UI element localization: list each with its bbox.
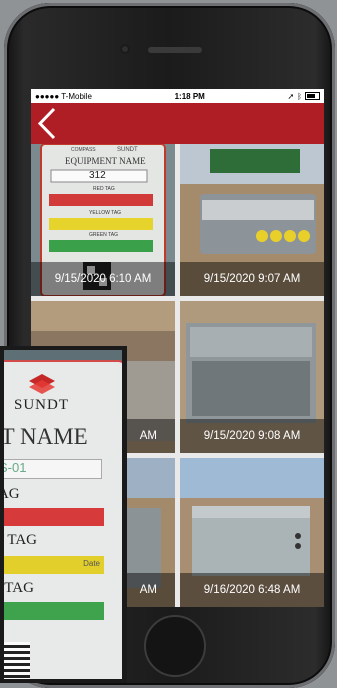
qr-code: [4, 642, 30, 679]
tag-company: COMPASS: [71, 147, 96, 153]
home-button[interactable]: [144, 615, 206, 677]
photo-timestamp: 9/15/2020 9:07 AM: [180, 262, 324, 296]
sundt-logo: [29, 374, 55, 394]
overlay-name-value: S-01: [0, 460, 27, 475]
earpiece-speaker: [148, 47, 202, 53]
tag-green-label: GREEN TAG: [89, 232, 118, 238]
location-arrow-icon: ➚: [287, 91, 295, 101]
bluetooth-icon: ᛒ: [297, 91, 302, 101]
name-field: S-01: [0, 459, 102, 479]
photo-timestamp: 9/15/2020 9:08 AM: [180, 419, 324, 453]
photo-timestamp: 9/15/2020 6:10 AM: [31, 262, 175, 296]
front-camera: [120, 44, 130, 54]
tag-brand: SUNDT: [117, 147, 138, 153]
red-band: [4, 508, 104, 526]
nav-bar: [31, 103, 324, 144]
status-icons: ➚ ᛒ: [287, 92, 320, 101]
tag-closeup-photo: SUNDT NT NAME S-01 TAG W TAG Date N TAG: [0, 346, 127, 683]
tag-name-value: 312: [89, 170, 106, 181]
tag-card: SUNDT NT NAME S-01 TAG W TAG Date N TAG: [0, 360, 122, 679]
photo-tile[interactable]: 9/15/2020 9:08 AM: [180, 301, 324, 453]
photo-tile[interactable]: COMPASS SUNDT EQUIPMENT NAME 312 RED TAG…: [31, 144, 175, 296]
chevron-left-icon[interactable]: [37, 107, 57, 140]
green-band: [4, 602, 104, 620]
status-time: 1:18 PM: [174, 91, 205, 101]
overlay-tag-3: N TAG: [4, 580, 34, 596]
carrier-label: ●●●●● T-Mobile: [35, 91, 92, 101]
tag-yellow-label: YELLOW TAG: [89, 210, 122, 216]
overlay-brand: SUNDT: [14, 397, 70, 413]
photo-timestamp: 9/16/2020 6:48 AM: [180, 573, 324, 607]
battery-icon: [304, 92, 320, 100]
overlay-name-title: NT NAME: [0, 424, 88, 449]
photo-tile[interactable]: 9/15/2020 9:07 AM: [180, 144, 324, 296]
status-bar: ●●●●● T-Mobile 1:18 PM ➚ ᛒ: [31, 89, 324, 103]
date-label: Date: [83, 559, 100, 568]
tag-title: EQUIPMENT NAME: [65, 156, 146, 166]
overlay-tag-2: W TAG: [4, 532, 37, 548]
photo-tile[interactable]: 9/16/2020 6:48 AM: [180, 458, 324, 607]
yellow-band: Date: [4, 556, 104, 574]
tag-red-label: RED TAG: [93, 186, 115, 192]
overlay-tag-1: TAG: [0, 486, 20, 502]
